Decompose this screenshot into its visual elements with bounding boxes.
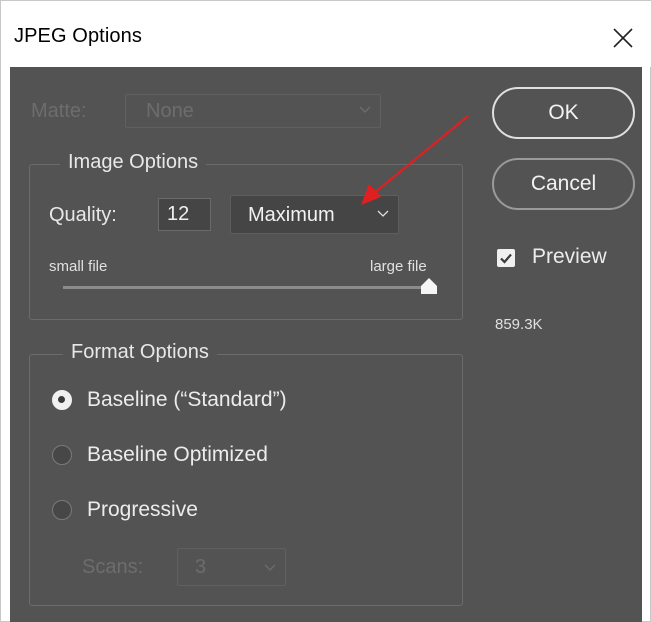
radio-progressive-label[interactable]: Progressive (87, 498, 198, 522)
quality-preset-dropdown[interactable]: Maximum (230, 195, 399, 234)
title-bar: JPEG Options (1, 1, 651, 67)
checkmark-icon (500, 253, 512, 264)
preview-checkbox[interactable] (497, 249, 515, 267)
format-options-legend: Format Options (63, 341, 217, 364)
image-options-legend: Image Options (60, 151, 207, 174)
scans-label: Scans: (82, 556, 144, 578)
slider-min-label: small file (49, 258, 108, 275)
matte-dropdown[interactable]: None (125, 94, 381, 128)
chevron-down-icon (264, 564, 276, 571)
radio-progressive[interactable] (52, 500, 72, 520)
chevron-down-icon (359, 106, 371, 113)
cancel-button[interactable]: Cancel (492, 158, 635, 210)
format-options-group: Format Options Baseline (“Standard”) Bas… (29, 341, 463, 606)
radio-baseline-optimized-label[interactable]: Baseline Optimized (87, 443, 268, 467)
matte-label: Matte: (31, 100, 87, 122)
quality-preset-value: Maximum (248, 204, 335, 226)
quality-slider-track[interactable] (63, 286, 429, 289)
ok-button[interactable]: OK (492, 87, 635, 139)
radio-baseline-standard-label[interactable]: Baseline (“Standard”) (87, 388, 287, 412)
image-options-group: Image Options Quality: 12 Maximum small … (29, 151, 463, 320)
scans-value: 3 (195, 556, 207, 578)
dialog-title: JPEG Options (14, 25, 142, 47)
scans-dropdown[interactable]: 3 (177, 548, 286, 586)
dialog-body: Matte: None Image Options Quality: 12 Ma… (10, 67, 642, 622)
matte-value: None (146, 100, 194, 122)
close-button[interactable] (606, 21, 640, 55)
close-icon (613, 28, 633, 48)
quality-input[interactable]: 12 (158, 198, 211, 231)
chevron-down-icon (377, 210, 389, 217)
radio-baseline-standard[interactable] (52, 390, 72, 410)
slider-max-label: large file (370, 258, 427, 275)
radio-baseline-optimized[interactable] (52, 445, 72, 465)
jpeg-options-dialog: JPEG Options Matte: None Image Options Q… (0, 0, 651, 622)
quality-slider-thumb[interactable] (419, 277, 439, 295)
preview-label[interactable]: Preview (532, 245, 607, 269)
quality-label: Quality: (49, 204, 117, 226)
file-size-readout: 859.3K (495, 316, 543, 333)
